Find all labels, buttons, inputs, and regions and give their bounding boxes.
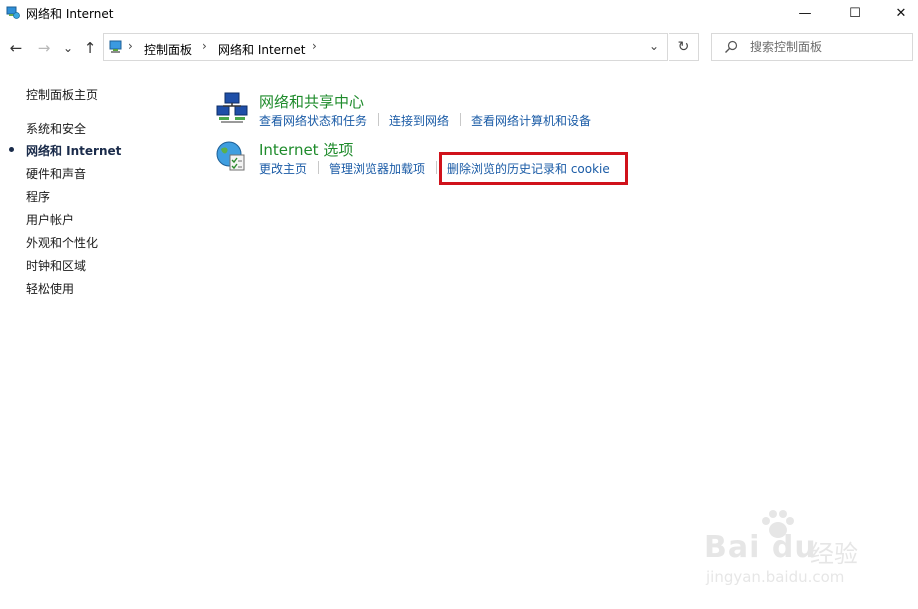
network-app-icon — [6, 6, 20, 19]
search-input[interactable] — [750, 38, 905, 56]
title-bar: 网络和 Internet — ☐ ✕ — [0, 0, 918, 26]
minimize-button[interactable]: — — [782, 0, 828, 26]
breadcrumb-separator[interactable]: › — [312, 39, 317, 53]
network-sharing-icon — [216, 92, 248, 123]
refresh-icon: ↻ — [677, 39, 690, 55]
close-button[interactable]: ✕ — [878, 0, 918, 26]
address-bar[interactable]: › 控制面板 › 网络和 Internet › ⌄ — [103, 33, 668, 61]
category-title-network-sharing[interactable]: 网络和共享中心 — [259, 91, 364, 112]
window-title: 网络和 Internet — [26, 7, 114, 21]
breadcrumb-separator[interactable]: › — [202, 39, 207, 53]
link-change-homepage[interactable]: 更改主页 — [259, 160, 307, 177]
breadcrumb-control-panel[interactable]: 控制面板 — [144, 41, 192, 58]
search-box[interactable] — [711, 33, 913, 61]
category-title-internet-options[interactable]: Internet 选项 — [259, 139, 353, 160]
sidebar-item-ease-of-access[interactable]: 轻松使用 — [26, 280, 74, 297]
link-divider — [460, 113, 461, 126]
link-connect-to-network[interactable]: 连接到网络 — [389, 112, 449, 129]
highlight-annotation-box — [439, 152, 628, 185]
internet-options-icon — [216, 141, 245, 171]
back-arrow-icon[interactable]: ← — [7, 39, 25, 57]
sidebar-item-appearance[interactable]: 外观和个性化 — [26, 234, 98, 251]
maximize-button[interactable]: ☐ — [832, 0, 878, 26]
watermark-url: jingyan.baidu.com — [706, 568, 845, 586]
watermark-logo-text: Bai du — [704, 530, 817, 565]
sidebar-item-system-security[interactable]: 系统和安全 — [26, 120, 86, 137]
link-view-network-computers[interactable]: 查看网络计算机和设备 — [471, 112, 591, 129]
sidebar-item-control-panel-home[interactable]: 控制面板主页 — [26, 86, 98, 103]
refresh-button[interactable]: ↻ — [669, 33, 699, 61]
address-dropdown-chevron-icon[interactable]: ⌄ — [649, 39, 659, 53]
navigation-bar: ← → ⌄ ↑ › 控制面板 › 网络和 Internet › ⌄ ↻ — [0, 30, 918, 66]
sidebar-item-network-internet[interactable]: 网络和 Internet — [26, 142, 121, 159]
watermark-brand-text: 经验 — [810, 540, 858, 568]
link-view-network-status[interactable]: 查看网络状态和任务 — [259, 112, 367, 129]
sidebar-item-hardware-sound[interactable]: 硬件和声音 — [26, 165, 86, 182]
forward-arrow-icon[interactable]: → — [35, 39, 53, 57]
recent-locations-chevron-icon[interactable]: ⌄ — [62, 39, 74, 57]
breadcrumb-separator: › — [128, 39, 133, 53]
active-indicator-dot — [9, 147, 14, 152]
baidu-jingyan-watermark: Bai du 经验 jingyan.baidu.com — [700, 508, 910, 588]
control-panel-icon — [109, 40, 122, 53]
link-manage-addons[interactable]: 管理浏览器加载项 — [329, 160, 425, 177]
sidebar-item-user-accounts[interactable]: 用户帐户 — [26, 211, 74, 228]
link-divider — [436, 161, 437, 174]
link-divider — [378, 113, 379, 126]
sidebar-item-programs[interactable]: 程序 — [26, 188, 50, 205]
sidebar-item-clock-region[interactable]: 时钟和区域 — [26, 257, 86, 274]
link-divider — [318, 161, 319, 174]
search-icon — [725, 40, 738, 53]
up-arrow-icon[interactable]: ↑ — [81, 39, 99, 57]
control-panel-window: 网络和 Internet — ☐ ✕ ← → ⌄ ↑ › 控制面板 › 网络和 … — [0, 0, 918, 609]
breadcrumb-network-internet[interactable]: 网络和 Internet — [218, 41, 305, 58]
